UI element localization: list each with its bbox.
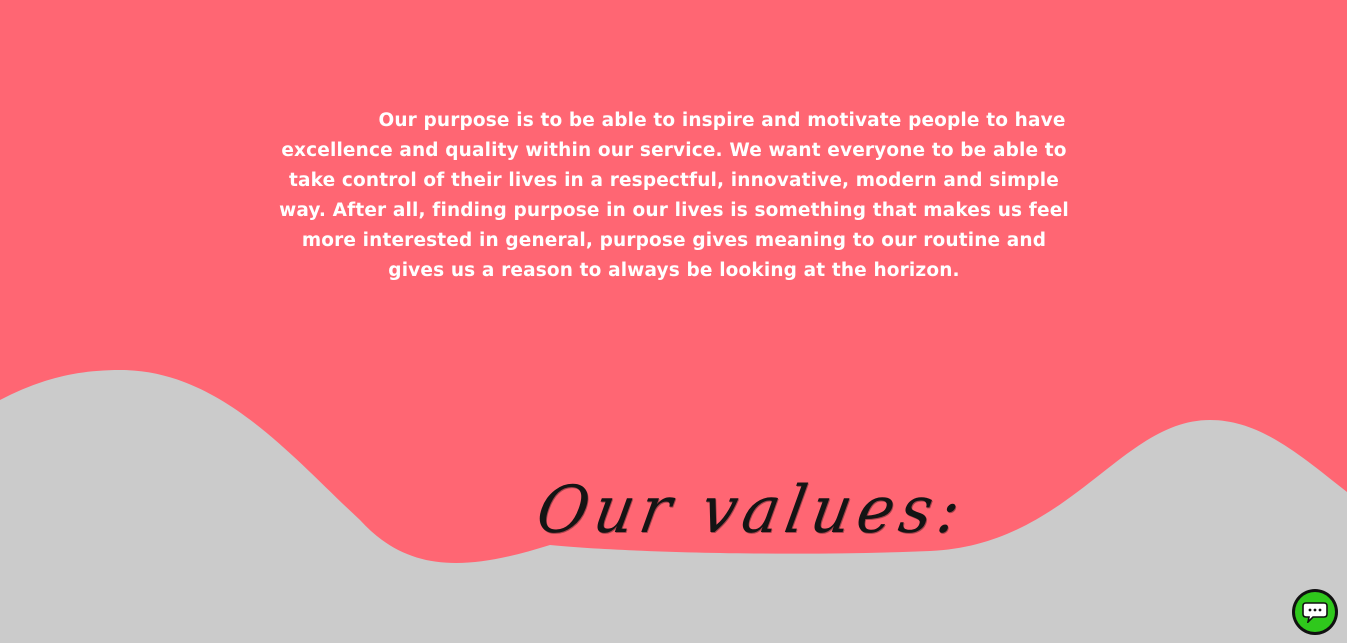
chat-bubble-icon — [1302, 602, 1328, 623]
values-heading: Our values: — [531, 471, 973, 548]
chat-button[interactable] — [1292, 589, 1338, 635]
purpose-paragraph: Our purpose is to be able to inspire and… — [279, 110, 1069, 281]
page: Our purpose is to be able to inspire and… — [0, 0, 1347, 643]
chat-button-inner — [1295, 592, 1335, 632]
